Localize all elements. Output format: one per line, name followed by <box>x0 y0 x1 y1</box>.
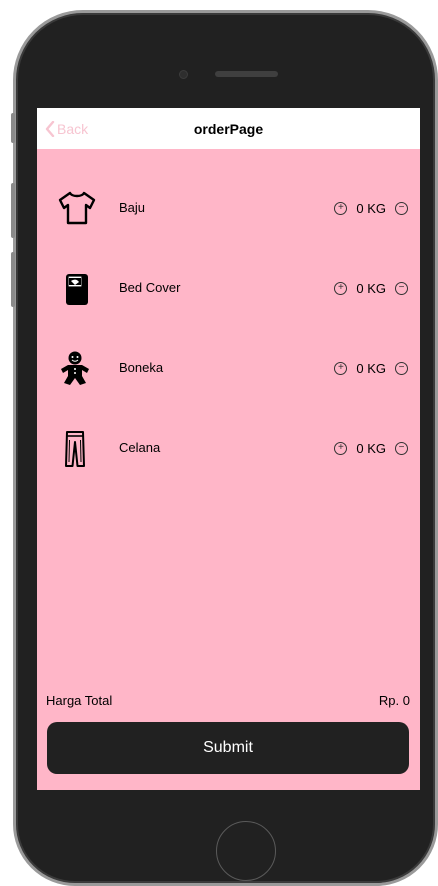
quantity-value: 0 KG <box>356 280 386 296</box>
quantity-stepper: + 0 KG − <box>334 338 408 398</box>
increase-button[interactable]: + <box>334 281 348 295</box>
trousers-icon <box>57 430 93 467</box>
decrease-button[interactable]: − <box>395 361 408 375</box>
quantity-value: 0 KG <box>356 440 386 456</box>
navigation-bar: Back orderPage <box>37 108 420 149</box>
tshirt-icon <box>57 190 96 226</box>
front-camera <box>179 70 188 79</box>
back-button[interactable]: Back <box>45 108 88 149</box>
increase-button[interactable]: + <box>334 361 348 375</box>
quantity-stepper: + 0 KG − <box>334 418 408 478</box>
mute-switch <box>11 113 15 143</box>
bed-cover-icon <box>57 270 93 306</box>
volume-up-button <box>11 183 15 238</box>
item-label: Boneka <box>119 360 164 375</box>
quantity-value: 0 KG <box>356 200 386 216</box>
doll-icon <box>57 350 93 386</box>
increase-button[interactable]: + <box>334 201 348 215</box>
chevron-left-icon <box>45 120 55 137</box>
item-label: Celana <box>119 440 161 455</box>
decrease-button[interactable]: − <box>395 441 408 455</box>
home-button[interactable] <box>216 821 276 881</box>
list-item-baju: Baju + 0 KG − <box>37 178 420 238</box>
quantity-stepper: + 0 KG − <box>334 178 408 238</box>
decrease-button[interactable]: − <box>395 201 408 215</box>
page-title: orderPage <box>193 120 264 137</box>
quantity-value: 0 KG <box>356 360 386 376</box>
item-label: Bed Cover <box>119 280 181 295</box>
decrease-button[interactable]: − <box>395 281 408 295</box>
quantity-stepper: + 0 KG − <box>334 258 408 318</box>
earpiece-speaker <box>215 71 278 77</box>
increase-button[interactable]: + <box>334 441 348 455</box>
volume-down-button <box>11 252 15 307</box>
list-item-boneka: Boneka + 0 KG − <box>37 338 420 398</box>
total-label: Harga Total <box>46 693 113 708</box>
app-screen: Back orderPage Baju + 0 KG − Bed Cover +… <box>37 108 420 790</box>
submit-label: Submit <box>203 739 253 756</box>
list-item-celana: Celana + 0 KG − <box>37 418 420 478</box>
back-label: Back <box>57 120 89 137</box>
list-item-bed-cover: Bed Cover + 0 KG − <box>37 258 420 318</box>
item-label: Baju <box>119 200 146 215</box>
total-value: Rp. 0 <box>378 693 410 708</box>
submit-button[interactable]: Submit <box>47 722 409 774</box>
